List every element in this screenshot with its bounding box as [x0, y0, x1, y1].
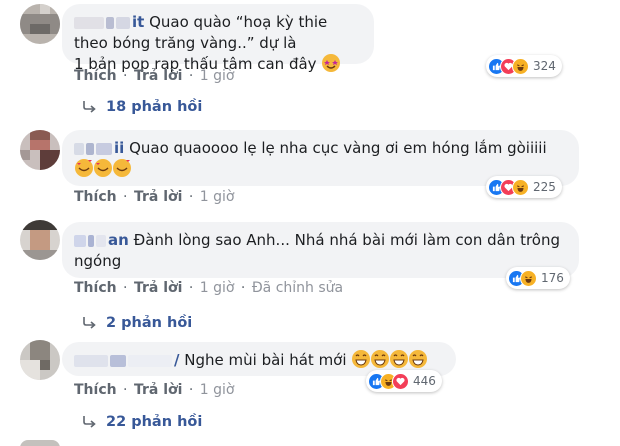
comment-actions: Thích · Trả lời · 1 giờ · Đã chỉnh sửa — [74, 280, 344, 296]
grin-emoji — [409, 350, 428, 368]
heart-face-emoji — [113, 159, 131, 177]
author-name-blurred[interactable] — [74, 354, 108, 367]
star-struck-emoji — [322, 54, 341, 72]
like-link[interactable]: Thích — [74, 68, 117, 84]
comment-1: it Quao quào “hoạ kỳ thie theo bóng trăn… — [0, 0, 620, 130]
heart-face-emoji — [75, 159, 93, 177]
view-replies-link[interactable]: 2 phản hồi — [82, 315, 192, 331]
avatar[interactable] — [20, 440, 60, 446]
comment-text: Nghe mùi bài hát mới — [184, 351, 347, 369]
author-name[interactable]: an — [108, 231, 129, 249]
timestamp[interactable]: 1 giờ — [200, 189, 235, 205]
comment-text: Quao quaoooo lẹ lẹ nha cục vàng ơi em hó… — [129, 139, 547, 157]
haha-reaction-icon — [520, 269, 537, 287]
reaction-count: 225 — [533, 180, 556, 194]
reaction-count: 446 — [413, 374, 436, 388]
grin-emoji — [371, 350, 390, 368]
reactions-summary[interactable]: 324 — [486, 55, 562, 77]
reactions-summary[interactable]: 176 — [506, 267, 570, 289]
reply-link[interactable]: Trả lời — [134, 382, 182, 398]
replies-count-label: 22 phản hồi — [106, 414, 203, 430]
view-replies-link[interactable]: 18 phản hồi — [82, 99, 202, 115]
reply-link[interactable]: Trả lời — [134, 189, 182, 205]
reply-link[interactable]: Trả lời — [134, 68, 182, 84]
comment-bubble: it Quao quào “hoạ kỳ thie theo bóng trăn… — [62, 4, 374, 73]
comment-text: Đành lòng sao Anh... Nhá nhá bài mới làm… — [133, 231, 561, 249]
author-name[interactable]: ii — [114, 139, 124, 157]
reply-arrow-icon — [83, 317, 96, 329]
view-replies-link[interactable]: 22 phản hồi — [82, 414, 202, 430]
heart-face-emoji — [94, 159, 112, 177]
comment-4: / Nghe mùi bài hát mới 446 Thích · Trả l… — [0, 338, 620, 446]
author-name[interactable]: / — [174, 351, 179, 369]
grin-emoji — [390, 350, 409, 368]
comment-bubble: an Đành lòng sao Anh... Nhá nhá bài mới … — [62, 222, 579, 278]
reactions-summary[interactable]: 225 — [486, 176, 562, 198]
reaction-count: 176 — [541, 271, 564, 285]
timestamp[interactable]: 1 giờ — [200, 382, 235, 398]
grin-emoji — [352, 350, 371, 368]
like-link[interactable]: Thích — [74, 382, 117, 398]
author-name[interactable]: it — [132, 13, 144, 31]
avatar[interactable] — [20, 340, 60, 380]
avatar[interactable] — [20, 220, 60, 260]
author-name-blurred[interactable] — [74, 234, 86, 247]
like-link[interactable]: Thích — [74, 189, 117, 205]
comment-2: ii Quao quaoooo lẹ lẹ nha cục vàng ơi em… — [0, 126, 620, 208]
replies-count-label: 18 phản hồi — [106, 99, 203, 115]
avatar[interactable] — [20, 130, 60, 170]
reply-arrow-icon — [83, 416, 96, 428]
edited-label[interactable]: Đã chỉnh sửa — [252, 280, 343, 296]
author-name-blurred[interactable] — [74, 16, 104, 29]
author-name-blurred[interactable] — [74, 142, 84, 155]
avatar[interactable] — [20, 4, 60, 44]
like-link[interactable]: Thích — [74, 280, 117, 296]
love-reaction-icon — [392, 372, 409, 390]
comment-actions: Thích · Trả lời · 1 giờ — [74, 68, 235, 84]
comment-actions: Thích · Trả lời · 1 giờ — [74, 189, 235, 205]
haha-reaction-icon — [512, 57, 529, 75]
timestamp[interactable]: 1 giờ — [200, 68, 235, 84]
haha-reaction-icon — [512, 178, 529, 196]
comment-actions: Thích · Trả lời · 1 giờ — [74, 382, 235, 398]
replies-count-label: 2 phản hồi — [106, 315, 193, 331]
comment-text: ngóng — [74, 252, 122, 270]
comment-3: an Đành lòng sao Anh... Nhá nhá bài mới … — [0, 218, 620, 336]
reactions-summary[interactable]: 446 — [366, 370, 442, 392]
reaction-count: 324 — [533, 59, 556, 73]
timestamp[interactable]: 1 giờ — [200, 280, 235, 296]
reply-link[interactable]: Trả lời — [134, 280, 182, 296]
reply-arrow-icon — [83, 101, 96, 113]
